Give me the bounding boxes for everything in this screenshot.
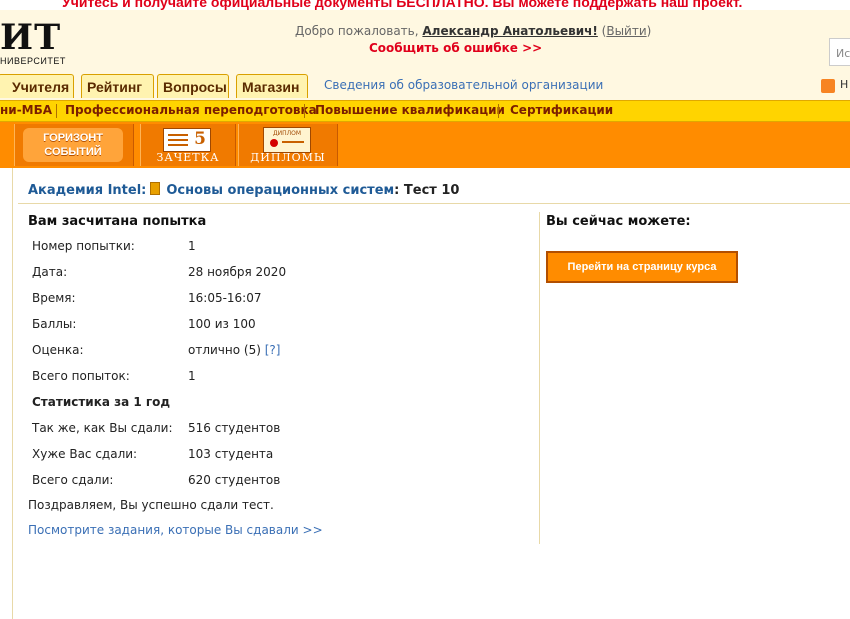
rss-link[interactable]: Н	[840, 78, 848, 91]
attempt-result-title: Вам засчитана попытка	[28, 214, 207, 229]
table-row: Так же, как Вы сдали: 516 студентов	[28, 415, 286, 441]
table-row: Время: 16:05-16:07	[28, 285, 286, 311]
diplomas-button[interactable]: ДИПЛОМ ДИПЛОМЫ	[238, 124, 338, 166]
breadcrumb-course-link[interactable]: Основы операционных систем	[166, 183, 394, 198]
breadcrumb: Академия Intel: Основы операционных систе…	[28, 182, 459, 198]
stat-value: 620 студентов	[188, 473, 281, 487]
diplomas-label: ДИПЛОМЫ	[250, 151, 326, 164]
detail-key: Дата:	[32, 265, 68, 279]
grade-value: отлично (5)	[188, 343, 261, 357]
tab-questions[interactable]: Вопросы	[157, 74, 229, 98]
nav-separator	[56, 104, 57, 118]
actions-panel: Вы сейчас можете: Перейти на страницу ку…	[546, 214, 846, 283]
table-row: Статистика за 1 год	[28, 389, 286, 415]
horizon-events-badge: ГОРИЗОНТ СОБЫТИЙ	[23, 128, 123, 162]
detail-key: Номер попытки:	[32, 239, 135, 253]
search-input[interactable]: Ис	[829, 38, 850, 66]
user-name-link[interactable]: Александр Анатольевич!	[422, 24, 597, 38]
breadcrumb-academy-link[interactable]: Академия Intel:	[28, 183, 146, 198]
congrats-text: Поздравляем, Вы успешно сдали тест.	[28, 498, 274, 512]
table-row: Баллы: 100 из 100	[28, 311, 286, 337]
view-tasks-link[interactable]: Посмотрите задания, которые Вы сдавали >…	[28, 523, 538, 537]
attempt-result-panel: Вам засчитана попытка Номер попытки: 1 Да…	[28, 214, 538, 537]
site-logo[interactable]: ИТ	[0, 20, 61, 56]
stat-key: Так же, как Вы сдали:	[32, 421, 173, 435]
nav-advanced-training[interactable]: Повышение квалификации	[315, 103, 505, 117]
actions-title: Вы сейчас можете:	[546, 214, 691, 229]
detail-value: 1	[188, 239, 196, 253]
tab-shop[interactable]: Магазин	[236, 74, 308, 98]
column-divider	[539, 212, 540, 544]
nav-separator	[498, 104, 499, 118]
record-book-icon: 5	[163, 128, 211, 152]
report-error-link[interactable]: Сообщить об ошибке >>	[369, 41, 542, 55]
diploma-icon-caption: ДИПЛОМ	[272, 130, 302, 137]
table-row: Всего сдали: 620 студентов	[28, 467, 286, 493]
logout-link[interactable]: Выйти	[606, 24, 646, 38]
welcome-text: Добро пожаловать, Александр Анатольевич!…	[295, 24, 651, 38]
go-to-course-button[interactable]: Перейти на страницу курса	[546, 251, 738, 283]
grade-help-link[interactable]: [?]	[265, 343, 281, 357]
stat-value: 516 студентов	[188, 421, 281, 435]
stat-key: Хуже Вас сдали:	[32, 447, 138, 461]
secondary-nav: ни-МБА Профессиональная переподготовка П…	[0, 100, 850, 122]
promo-banner[interactable]: Учитесь и получайте официальные документ…	[0, 0, 850, 10]
detail-key: Оценка:	[32, 343, 84, 357]
attempt-details-table: Номер попытки: 1 Дата: 28 ноября 2020 Врем…	[28, 233, 286, 493]
org-info-link[interactable]: Сведения об образовательной организации	[324, 78, 603, 92]
welcome-prefix: Добро пожаловать,	[295, 24, 419, 38]
record-book-label: ЗАЧЕТКА	[156, 151, 220, 164]
detail-value: отлично (5) [?]	[184, 337, 286, 363]
horizon-events-line2: СОБЫТИЙ	[44, 146, 102, 158]
record-book-grade: 5	[194, 129, 206, 149]
nav-certifications[interactable]: Сертификации	[510, 103, 613, 117]
stat-key: Всего сдали:	[32, 473, 114, 487]
table-row: Всего попыток: 1	[28, 363, 286, 389]
table-row: Номер попытки: 1	[28, 233, 286, 259]
feature-bar: ГОРИЗОНТ СОБЫТИЙ 5 ЗАЧЕТКА ДИПЛОМ ДИПЛОМ…	[0, 122, 850, 168]
tab-teachers[interactable]: Учителя	[0, 74, 74, 98]
stats-title: Статистика за 1 год	[32, 395, 171, 409]
table-row: Оценка: отлично (5) [?]	[28, 337, 286, 363]
site-logo-subtitle: НИВЕРСИТЕТ	[0, 56, 66, 66]
stat-value: 103 студента	[188, 447, 274, 461]
horizon-events-line1: ГОРИЗОНТ	[43, 132, 103, 144]
detail-value: 100 из 100	[188, 317, 256, 331]
logout-paren-close: )	[646, 24, 652, 38]
book-icon	[150, 182, 161, 195]
detail-key: Баллы:	[32, 317, 77, 331]
detail-key: Время:	[32, 291, 76, 305]
nav-mini-mba[interactable]: ни-МБА	[0, 103, 52, 117]
tab-rating[interactable]: Рейтинг	[81, 74, 154, 98]
breadcrumb-divider	[18, 203, 850, 204]
horizon-events-button[interactable]: ГОРИЗОНТ СОБЫТИЙ	[14, 124, 134, 166]
detail-value: 1	[188, 369, 196, 383]
breadcrumb-test: : Тест 10	[394, 183, 460, 198]
detail-value: 16:05-16:07	[188, 291, 262, 305]
record-book-button[interactable]: 5 ЗАЧЕТКА	[140, 124, 236, 166]
detail-key: Всего попыток:	[32, 369, 130, 383]
detail-value: 28 ноября 2020	[188, 265, 287, 279]
nav-professional-retraining[interactable]: Профессиональная переподготовка	[65, 103, 317, 117]
table-row: Дата: 28 ноября 2020	[28, 259, 286, 285]
nav-separator	[304, 104, 305, 118]
table-row: Хуже Вас сдали: 103 студента	[28, 441, 286, 467]
rss-icon[interactable]	[821, 79, 835, 93]
diploma-icon: ДИПЛОМ	[263, 127, 311, 153]
